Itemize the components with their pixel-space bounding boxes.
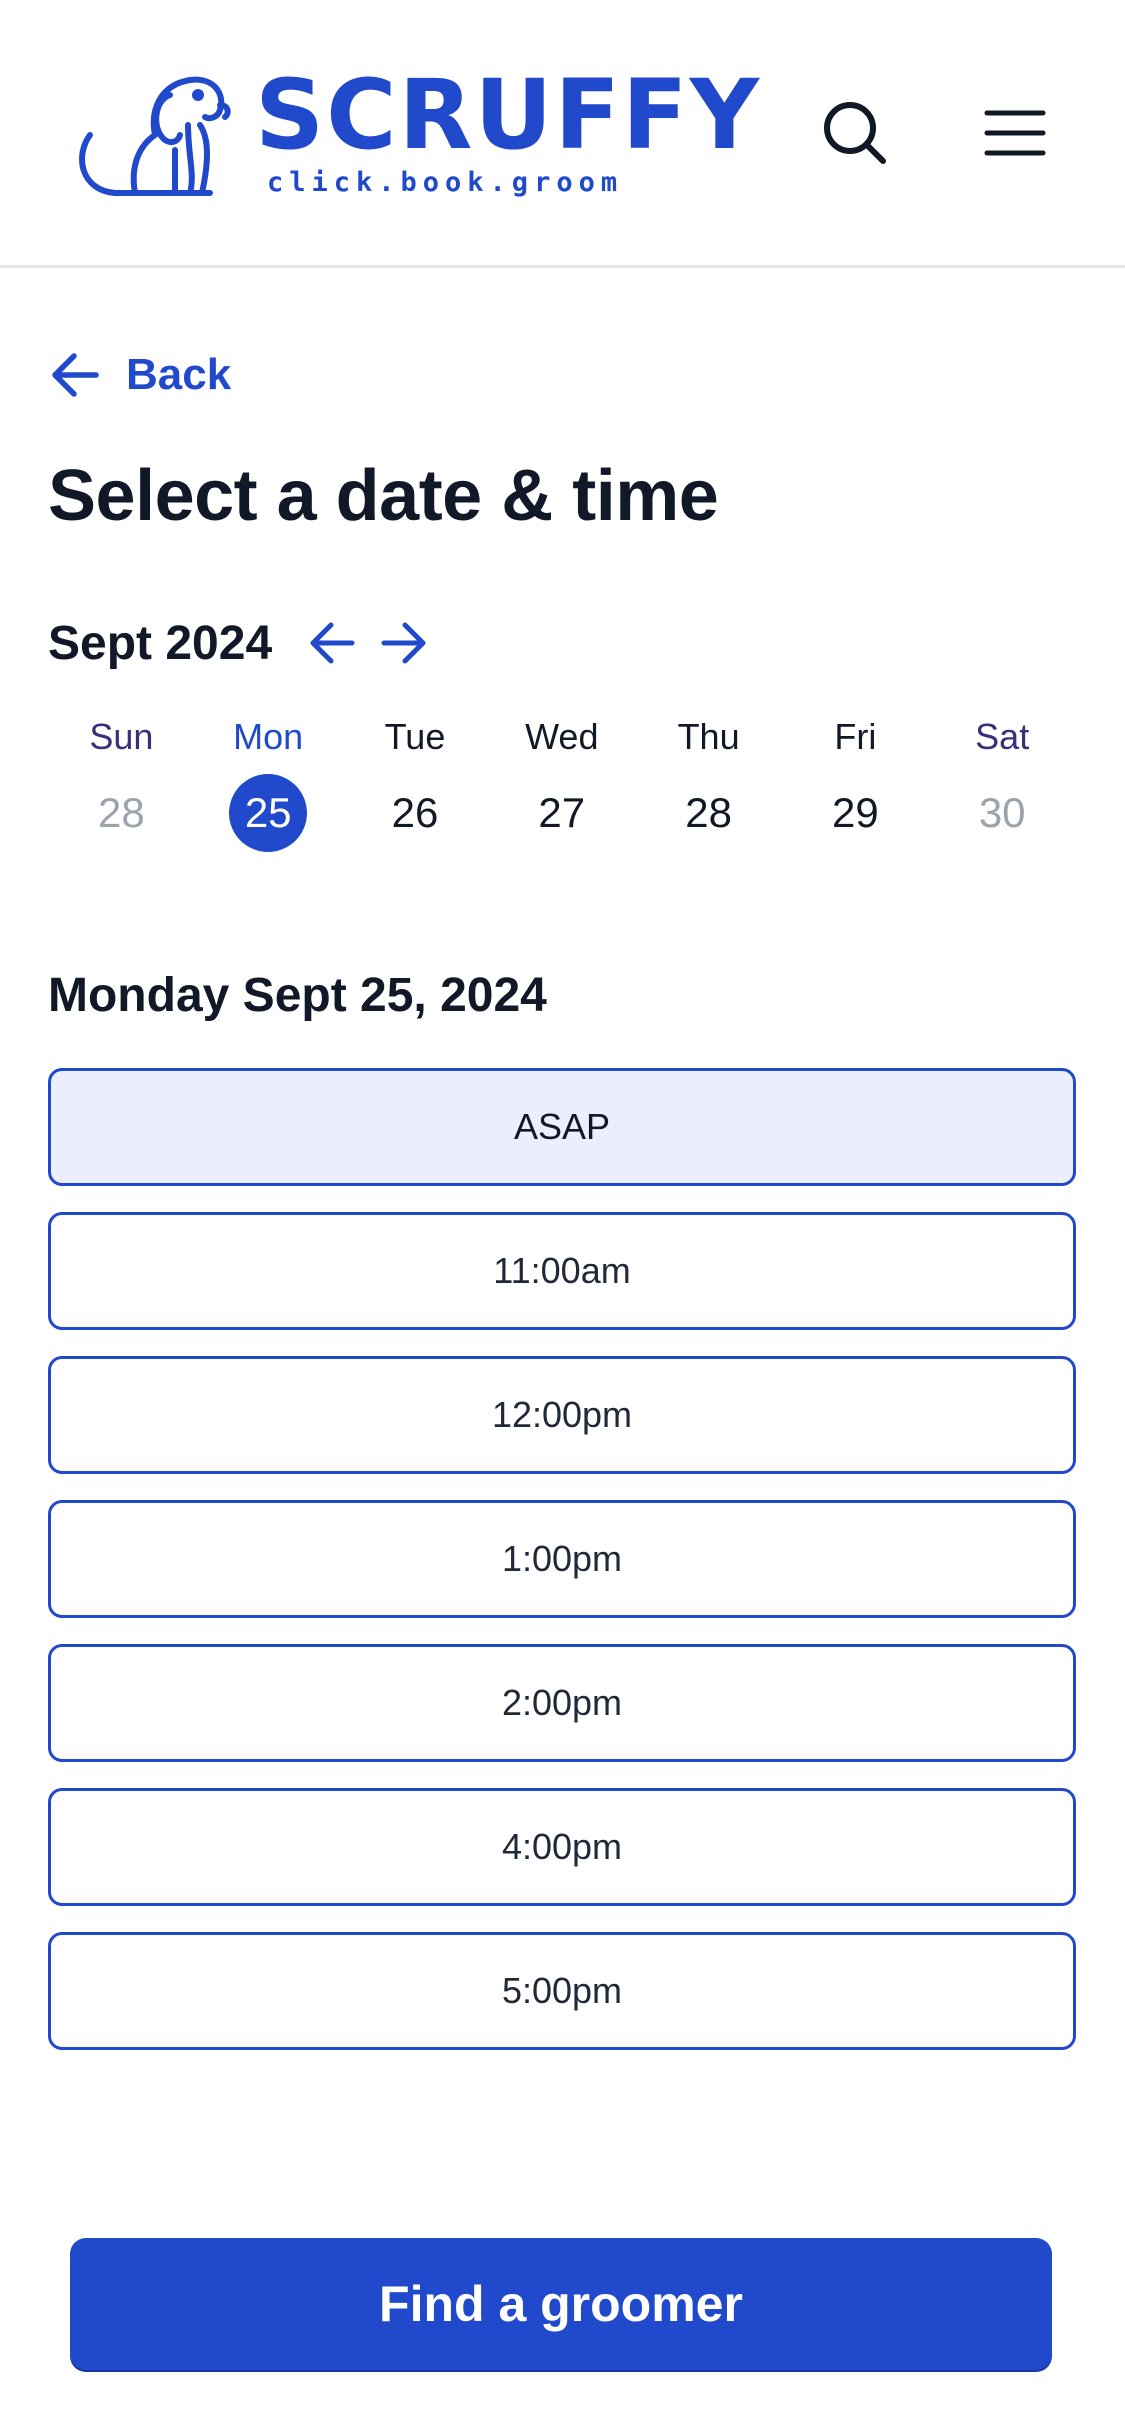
month-nav: [302, 613, 446, 673]
time-slot-asap[interactable]: ASAP: [48, 1068, 1076, 1186]
week-strip: Sun 28 Mon 25 Tue 26 Wed 27 Thu 28 Fri 2…: [48, 712, 1076, 852]
hamburger-menu-icon: [984, 110, 1046, 155]
selected-date-heading: Monday Sept 25, 2024: [48, 969, 547, 1022]
day-name: Tue: [384, 716, 446, 757]
day-name: Wed: [525, 716, 599, 757]
previous-month-button[interactable]: [302, 613, 362, 673]
day-name: Mon: [233, 716, 304, 757]
day-number-selected: 25: [229, 774, 308, 852]
time-slot-100pm[interactable]: 1:00pm: [48, 1500, 1076, 1618]
month-selector: Sept 2024: [48, 608, 446, 678]
time-slot-list: ASAP 11:00am 12:00pm 1:00pm 2:00pm 4:00p…: [48, 1068, 1076, 2076]
day-sat[interactable]: Sat 30: [929, 712, 1076, 852]
day-number: 30: [978, 789, 1026, 836]
time-slot-1100am[interactable]: 11:00am: [48, 1212, 1076, 1330]
search-icon: [824, 101, 886, 164]
day-name: Sat: [975, 716, 1030, 757]
day-name: Fri: [834, 716, 877, 757]
day-mon[interactable]: Mon 25: [195, 712, 342, 852]
day-number: 27: [538, 789, 586, 836]
day-number: 26: [391, 789, 439, 836]
logo-wordmark: SCRUFFY: [255, 59, 762, 171]
menu-button[interactable]: [975, 93, 1055, 173]
next-month-button[interactable]: [374, 613, 434, 673]
day-fri[interactable]: Fri 29: [782, 712, 929, 852]
back-link[interactable]: Back: [50, 340, 231, 410]
day-sun[interactable]: Sun 28: [48, 712, 195, 852]
dog-logo-icon: [79, 76, 231, 196]
day-tue[interactable]: Tue 26: [342, 712, 489, 852]
header-actions: [815, 93, 1055, 173]
search-button[interactable]: [815, 93, 895, 173]
arrow-left-icon: [310, 622, 355, 664]
app-header: SCRUFFY click.book.groom: [0, 0, 1125, 268]
day-thu[interactable]: Thu 28: [635, 712, 782, 852]
day-number: 29: [832, 789, 879, 836]
back-label: Back: [126, 350, 232, 399]
month-label: Sept 2024: [48, 616, 273, 670]
page: SCRUFFY click.book.groom Back Select a d…: [0, 0, 1125, 2436]
day-name: Sun: [89, 716, 154, 757]
day-number: 28: [98, 789, 145, 836]
arrow-right-icon: [381, 622, 426, 664]
arrow-left-icon: [52, 353, 99, 397]
time-slot-200pm[interactable]: 2:00pm: [48, 1644, 1076, 1762]
page-title: Select a date & time: [48, 456, 719, 536]
time-slot-500pm[interactable]: 5:00pm: [48, 1932, 1076, 2050]
day-wed[interactable]: Wed 27: [488, 712, 635, 852]
time-slot-400pm[interactable]: 4:00pm: [48, 1788, 1076, 1906]
time-slot-1200pm[interactable]: 12:00pm: [48, 1356, 1076, 1474]
logo-text: SCRUFFY click.book.groom: [255, 67, 761, 198]
day-name: Thu: [677, 716, 740, 757]
logo-tagline: click.book.groom: [267, 167, 624, 198]
find-groomer-button[interactable]: Find a groomer: [70, 2238, 1052, 2370]
logo[interactable]: SCRUFFY click.book.groom: [70, 65, 761, 200]
day-number: 28: [685, 789, 732, 836]
